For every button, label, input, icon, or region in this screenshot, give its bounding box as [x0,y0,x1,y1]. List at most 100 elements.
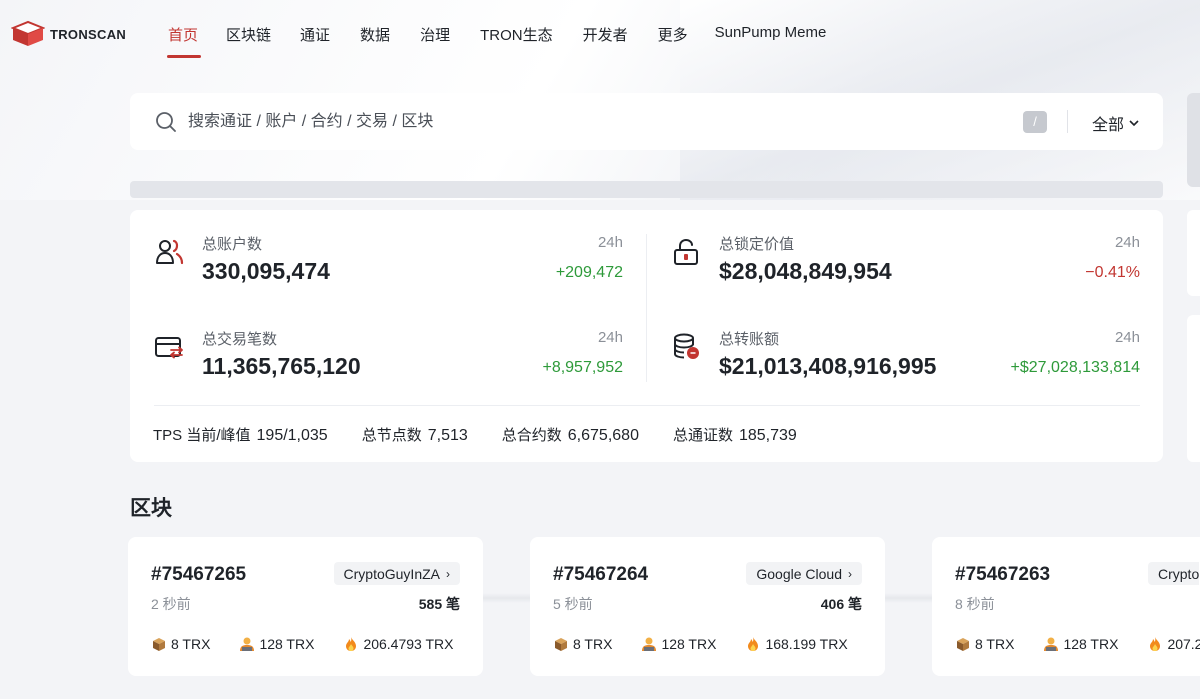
metric-value: 195/1,035 [256,427,328,444]
stat-value: 11,365,765,120 [202,353,361,379]
block-reward: 8 TRX [151,636,210,652]
stat-period: 24h [1114,234,1140,251]
search-divider [1067,110,1068,133]
brand-logo[interactable]: TRONSCAN [11,20,126,48]
chevron-right-icon: › [848,566,852,581]
stat-period: 24h [597,329,623,346]
reward-value: 207.2 [1167,636,1200,652]
nav-home[interactable]: 首页 [166,24,202,58]
block-age: 5 秒前 [553,596,593,612]
nav-tokens[interactable]: 通证 [300,24,330,45]
burn-amount: 206.4793 TRX [343,636,453,652]
voter-reward: 128 TRX [239,636,314,652]
metric-label: 总合约数 [501,427,562,444]
stat-delta: +$27,028,133,814 [1010,359,1140,376]
nav-sunpump-meme[interactable]: SunPump Meme [715,24,827,45]
nav-ecosystem[interactable]: TRON生态 [480,24,553,45]
metric-contracts[interactable]: 总合约数 6,675,680 [502,424,639,445]
metric-label: 总节点数 [361,427,422,444]
block-age: 8 秒前 [955,596,995,612]
metric-nodes[interactable]: 总节点数 7,513 [362,424,468,445]
stats-divider-vertical [646,234,647,382]
side-panel-edge [1187,93,1200,187]
search-filter-dropdown[interactable]: 全部 [1092,111,1139,135]
block-card[interactable]: #75467264 Google Cloud › 5 秒前 406 笔 8 TRX… [530,537,885,676]
stats-divider-horizontal [154,405,1140,406]
stat-total-transfer-volume[interactable]: 总转账额 $21,013,408,916,995 24h +$27,028,13… [671,328,1140,388]
reward-value: 8 TRX [573,636,613,652]
metric-label: 总通证数 [672,427,733,444]
nav-blockchain[interactable]: 区块链 [226,24,271,45]
chevron-right-icon: › [446,566,450,581]
burn-amount: 207.2 [1147,636,1200,652]
reward-value: 128 TRX [1063,636,1119,652]
block-rewards: 8 TRX 128 TRX 168.199 TRX [553,636,877,652]
unlock-icon [674,238,698,265]
search-bar: / 全部 [130,93,1163,150]
brand-name: TRONSCAN [50,26,127,42]
nav-governance[interactable]: 治理 [420,24,450,45]
coin-stack-icon [674,333,699,359]
search-shortcut-key: / [1023,111,1047,133]
block-tx-count[interactable]: 406 笔 [821,594,862,614]
stat-label: 总转账额 [719,331,780,348]
side-card-edge [1187,210,1200,296]
search-input[interactable] [188,109,888,135]
block-number[interactable]: #75467265 [151,564,246,586]
stat-value: $28,048,849,954 [719,258,892,284]
main-menu: 首页 区块链 通证 数据 治理 TRON生态 开发者 更多 SunPump Me… [166,24,827,58]
overview-stats-panel: 总账户数 330,095,474 24h +209,472 总锁定价值 $28,… [130,210,1163,462]
stat-total-transactions[interactable]: 总交易笔数 11,365,765,120 24h +8,957,952 [154,328,623,388]
card-transfer-icon [155,337,183,359]
nav-developers[interactable]: 开发者 [583,24,628,45]
stat-total-locked-value[interactable]: 总锁定价值 $28,048,849,954 24h −0.41% [671,233,1140,293]
reward-value: 8 TRX [171,636,211,652]
block-rewards: 8 TRX 128 TRX 207.2 [955,636,1200,652]
block-producer-name: Google Cloud [756,565,842,582]
fire-icon [346,637,357,651]
stat-delta: +8,957,952 [542,359,623,376]
stat-delta: −0.41% [1085,264,1140,281]
voter-icon [642,637,657,651]
stat-period: 24h [1114,329,1140,346]
blocks-section-title: 区块 [130,497,172,520]
metric-label: TPS 当前/峰值 [153,427,251,444]
users-icon [156,239,184,265]
box-icon [153,638,165,651]
block-tx-count[interactable]: 585 笔 [419,594,460,614]
top-nav: TRONSCAN 首页 区块链 通证 数据 治理 TRON生态 开发者 更多 S… [0,0,1200,68]
block-number[interactable]: #75467264 [553,564,648,586]
box-icon [957,638,969,651]
stat-total-accounts[interactable]: 总账户数 330,095,474 24h +209,472 [154,233,623,293]
metric-tokens[interactable]: 总通证数 185,739 [673,424,797,445]
block-number[interactable]: #75467263 [955,564,1050,586]
nav-data[interactable]: 数据 [360,24,390,45]
voter-reward: 128 TRX [641,636,716,652]
chevron-down-icon [1129,119,1139,126]
voter-reward: 128 TRX [1043,636,1118,652]
metric-value: 7,513 [427,427,468,444]
stat-label: 总账户数 [202,236,263,253]
stat-delta: +209,472 [555,264,623,281]
metric-tps: TPS 当前/峰值 195/1,035 [153,424,328,445]
reward-value: 128 TRX [661,636,717,652]
block-reward: 8 TRX [553,636,612,652]
network-metrics-row: TPS 当前/峰值 195/1,035 总节点数 7,513 总合约数 6,675,6… [153,424,831,445]
block-card[interactable]: #75467263 Crypto 8 秒前 8 TRX 128 TRX 207.… [932,537,1200,676]
search-icon [156,112,176,132]
block-card[interactable]: #75467265 CryptoGuyInZA › 2 秒前 585 笔 8 TR… [128,537,483,676]
stat-value: 330,095,474 [202,258,330,284]
fire-icon [1150,637,1161,651]
metric-value: 6,675,680 [567,427,639,444]
box-icon [555,638,567,651]
nav-more[interactable]: 更多 [658,24,688,45]
block-producer-tag[interactable]: Google Cloud › [746,562,862,585]
block-producer-name: Crypto [1158,565,1200,582]
banner-placeholder [130,181,1163,198]
stat-period: 24h [597,234,623,251]
stat-label: 总交易笔数 [202,331,278,348]
block-reward: 8 TRX [955,636,1014,652]
reward-value: 8 TRX [975,636,1015,652]
block-producer-tag[interactable]: CryptoGuyInZA › [333,562,460,585]
block-producer-tag[interactable]: Crypto [1148,562,1200,585]
